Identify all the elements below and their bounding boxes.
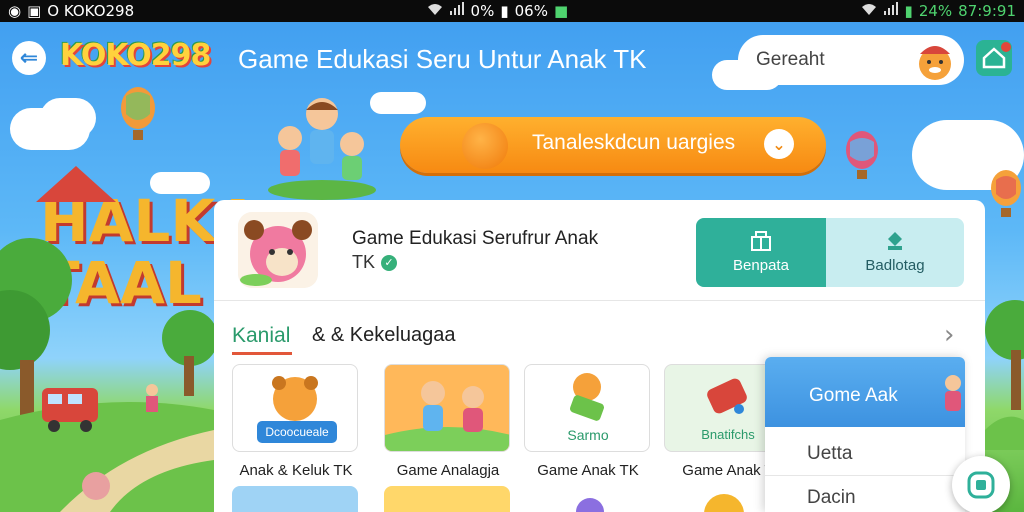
tile-image <box>385 365 509 451</box>
app-logo: KOKO298 <box>60 38 211 73</box>
divider <box>765 475 965 476</box>
divider <box>214 300 985 301</box>
game-tile[interactable] <box>384 364 510 452</box>
signal-icon <box>449 2 465 20</box>
landscape-right <box>985 300 1024 450</box>
install-button-label: Benpata <box>733 257 789 274</box>
back-button[interactable]: ⇐ <box>12 41 46 75</box>
battery-icon-right: ▮ <box>904 2 913 20</box>
notification-button[interactable] <box>976 40 1012 76</box>
verified-icon: ✓ <box>381 254 398 271</box>
tab-underline <box>232 352 292 355</box>
tile-label: Anak & Keluk TK <box>239 462 353 479</box>
game-tile[interactable] <box>524 486 650 512</box>
signal-icon-right <box>883 2 899 20</box>
house-roof <box>36 166 116 202</box>
app-icon <box>238 212 318 288</box>
battery-green-icon: ■ <box>553 2 569 20</box>
dropdown-menu: Gome Aak Uetta Dacin <box>765 357 965 512</box>
status-left-text: O KOKO298 <box>47 2 135 20</box>
game-tile[interactable] <box>384 486 510 512</box>
dropdown-item[interactable]: Dacin <box>807 487 856 509</box>
cloud <box>40 98 96 138</box>
child-icon <box>945 375 961 411</box>
badge-icon <box>888 232 902 250</box>
tile-label: Game Analagja <box>396 462 500 479</box>
mid-value: 06% <box>514 2 548 20</box>
right-percent: 24% <box>918 2 953 20</box>
chevron-down-icon[interactable]: ⌄ <box>764 129 794 159</box>
battery-icon: ▮ <box>500 2 509 20</box>
tab-other[interactable]: & & Kekeluagaa <box>312 324 455 347</box>
chat-icon <box>967 471 995 499</box>
alarm-icon: ◉ <box>8 2 22 20</box>
kids-illustration <box>268 98 376 200</box>
category-selector[interactable]: Tanaleskdcun uargies ⌄ <box>400 117 826 173</box>
install-button[interactable]: Benpata <box>696 218 826 287</box>
gift-icon <box>751 231 771 251</box>
mascot-icon <box>919 46 951 80</box>
chevron-right-icon[interactable]: › <box>944 320 954 350</box>
wifi-icon-right <box>861 2 877 20</box>
balloon-icon <box>846 131 878 179</box>
landscape-left <box>0 238 214 512</box>
tile-label: Game Anak TK <box>537 462 639 479</box>
balloon-icon <box>121 87 155 140</box>
page-title: Game Edukasi Seru Untur Anak TK <box>238 44 647 74</box>
sim-icon: ▣ <box>27 2 42 20</box>
wifi-icon <box>427 2 443 20</box>
details-button[interactable]: Badlotag <box>826 218 964 287</box>
search-input[interactable]: Gereaht <box>738 35 964 85</box>
game-tile[interactable]: Dcoocueale <box>232 364 358 452</box>
search-placeholder: Gereaht <box>756 49 825 70</box>
tab-active[interactable]: Kanial <box>232 324 290 348</box>
app-subtitle: TK ✓ <box>352 252 398 273</box>
tile-inner-label: Sarmo <box>567 427 609 443</box>
mid-percent: 0% <box>470 2 495 20</box>
status-bar: ◉ ▣ O KOKO298 0% ▮ 06% ■ ▮ 24% 87:9:91 <box>0 0 1024 22</box>
category-selector-label: Tanaleskdcun uargies <box>532 131 736 154</box>
game-tile[interactable] <box>232 486 358 512</box>
balloon-icon <box>991 170 1021 217</box>
notification-dot <box>1001 42 1011 52</box>
app-name: Game Edukasi Serufrur Anak <box>352 228 599 249</box>
dropdown-item[interactable]: Uetta <box>807 443 852 465</box>
details-button-label: Badlotag <box>865 257 925 274</box>
arrow-left-icon: ⇐ <box>19 45 39 71</box>
dropdown-header[interactable]: Gome Aak <box>765 357 965 427</box>
tile-image <box>576 498 604 512</box>
clock: 87:9:91 <box>958 2 1016 20</box>
tile-inner-label: Dcoocueale <box>265 425 329 439</box>
game-tile[interactable]: Sarmo <box>524 364 650 452</box>
chat-button[interactable] <box>952 456 1010 512</box>
app-subtitle-text: TK <box>352 252 376 272</box>
ball-icon <box>462 123 508 169</box>
